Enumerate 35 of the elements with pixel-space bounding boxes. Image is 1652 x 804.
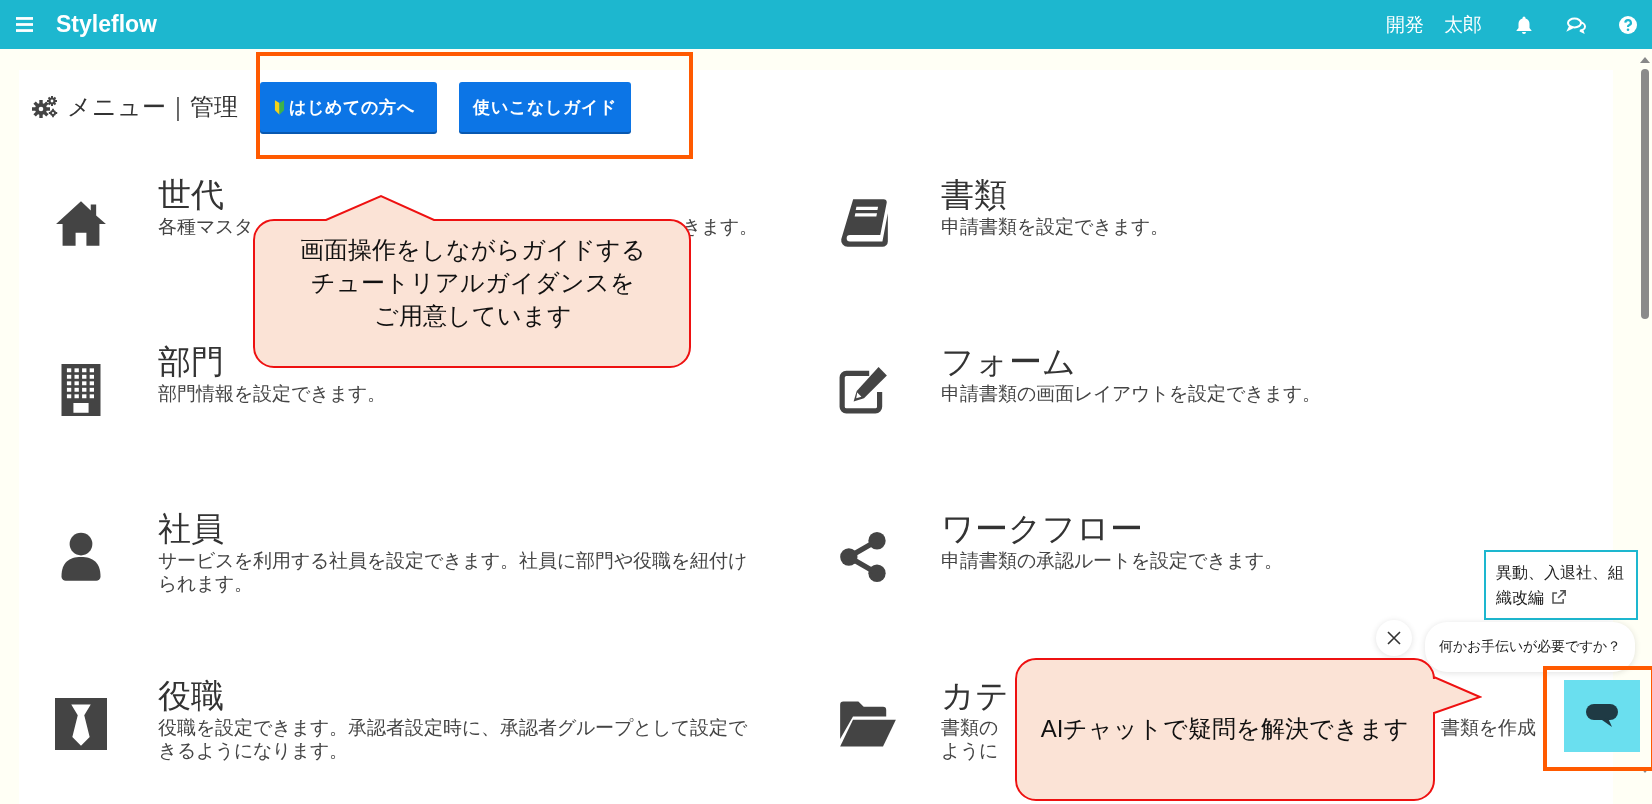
- menu-item-description: 申請書類を設定できます。: [941, 215, 1169, 238]
- menu-item-description: 各種マスタ: [158, 215, 253, 238]
- menu-item-description: サービスを利用する社員を設定できます。社員に部門や役職を紐付けられます。: [158, 549, 748, 595]
- chat-launcher-button[interactable]: [1564, 680, 1640, 752]
- close-icon: [1387, 631, 1401, 645]
- menu-item-title[interactable]: 部門: [158, 342, 224, 382]
- gears-icon: [31, 95, 59, 119]
- book-icon[interactable]: [838, 197, 890, 249]
- beginner-guide-button[interactable]: はじめての方へ: [260, 82, 437, 132]
- menu-item-description: 書類を作成: [1441, 716, 1536, 739]
- organization-name: 開発: [1386, 12, 1424, 37]
- callout-text: 画面操作をしながらガイドする チュートリアルガイダンスを ご用意しています: [299, 235, 647, 331]
- menu-item-title[interactable]: 世代: [158, 175, 224, 215]
- menu-item-title[interactable]: 社員: [158, 509, 224, 549]
- menu-item-description: ように: [941, 739, 998, 762]
- office-building-icon[interactable]: [61, 364, 101, 416]
- necktie-icon[interactable]: [55, 698, 107, 750]
- menu-item-title[interactable]: 役職: [158, 676, 224, 716]
- page-heading: メニュー｜管理: [67, 92, 238, 123]
- speech-bubble-icon: [1586, 704, 1618, 728]
- edit-icon[interactable]: [838, 364, 890, 416]
- menu-item-title[interactable]: フォーム: [941, 342, 1076, 382]
- beginner-mark-icon: [274, 99, 285, 115]
- menu-item-description: 申請書類の画面レイアウトを設定できます。: [941, 382, 1321, 405]
- menu-item-title[interactable]: 書類: [941, 175, 1007, 215]
- menu-item-description: 部門情報を設定できます。: [158, 382, 386, 405]
- menu-item-description: 役職を設定できます。承認者設定時に、承認者グループとして設定できるようになります。: [158, 716, 748, 762]
- menu-item-description: 申請書類の承認ルートを設定できます。: [941, 549, 1283, 572]
- menu-item-description: 書類の: [941, 716, 998, 739]
- usage-guide-button[interactable]: 使いこなしガイド: [459, 82, 631, 132]
- external-link[interactable]: 異動、入退社、組織改編: [1484, 550, 1638, 620]
- external-link-icon: [1552, 590, 1566, 604]
- callout-text: AIチャットで疑問を解決できます: [1039, 714, 1411, 744]
- menu-item-title[interactable]: ワークフロー: [941, 509, 1143, 549]
- menu-item-title[interactable]: カテ: [941, 676, 1009, 716]
